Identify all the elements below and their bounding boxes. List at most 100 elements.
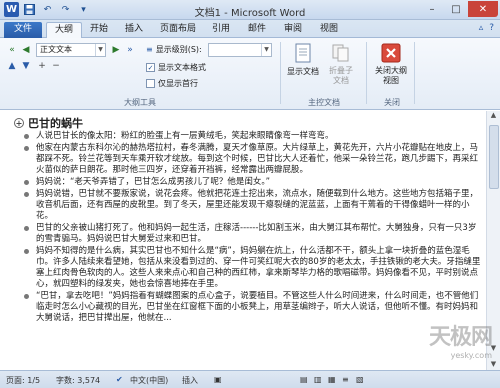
show-level-label: 显示级别(S): <box>155 45 202 54</box>
minimize-icon[interactable]: – <box>420 1 444 17</box>
show-first-line-row[interactable]: 仅显示首行 <box>146 78 198 89</box>
demote-to-body-icon[interactable]: » <box>124 44 136 56</box>
paragraph-bullet-icon <box>24 192 29 197</box>
outline-paragraph[interactable]: 巴甘的父亲被山猪打死了。他和妈妈一起生活，庄稼活------比如割玉米，由大舅江… <box>14 223 482 245</box>
window-controls: – □ ✕ <box>420 1 498 17</box>
paragraph-text: “巴甘，拿去吃吧！”妈妈指着有蝴蝶图案的点心盒子，说要植目。不管这些人什么时间进… <box>36 291 479 323</box>
status-word-count[interactable]: 字数: 3,574 <box>56 375 100 386</box>
status-page[interactable]: 页面: 1/5 <box>6 375 40 386</box>
show-text-format-checkbox[interactable]: ✓ <box>146 63 155 72</box>
expand-heading-icon[interactable]: + <box>14 118 24 128</box>
view-full-screen-icon[interactable]: ▥ <box>314 375 322 384</box>
group-separator <box>280 42 281 104</box>
watermark-sub: yesky.com <box>450 351 492 360</box>
tab-file[interactable]: 文件 <box>4 22 43 38</box>
promote-to-heading1-icon[interactable]: « <box>6 44 18 56</box>
group-separator <box>366 42 367 104</box>
paragraph-bullet-icon <box>24 146 29 151</box>
paragraph-bullet-icon <box>24 134 29 139</box>
collapse-subdocuments-icon <box>332 44 349 62</box>
tab-page-layout[interactable]: 页面布局 <box>152 22 204 38</box>
show-text-format-row[interactable]: ✓ 显示文本格式 <box>146 62 206 73</box>
title-bar: W ↶ ↷ ▾ 文档1 - Microsoft Word – □ ✕ <box>0 0 500 20</box>
show-document-button[interactable]: 显示文档 <box>284 42 322 77</box>
promote-icon[interactable]: ◀ <box>20 44 32 56</box>
ribbon: « ◀ 正文文本 ▼ ▶ » ▲ ▼ + − ≡ 显示级别(S): ▼ ✓ 显示… <box>0 38 500 110</box>
group-separator <box>414 42 415 104</box>
tab-insert[interactable]: 插入 <box>117 22 151 38</box>
demote-icon[interactable]: ▶ <box>110 44 122 56</box>
tab-outline[interactable]: 大纲 <box>46 22 83 38</box>
outline-tools-group-label: 大纲工具 <box>124 98 156 107</box>
show-first-line-checkbox[interactable] <box>146 79 155 88</box>
show-document-label: 显示文档 <box>287 67 319 76</box>
view-draft-icon[interactable]: ▧ <box>356 375 364 384</box>
paragraph-bullet-icon <box>24 226 29 231</box>
next-page-icon[interactable]: ▼ <box>487 360 500 368</box>
paragraph-text: 妈妈说：“老天爷弄错了，巴甘怎么成男孩儿了呢？他是闺女。” <box>36 177 271 187</box>
show-text-format-label: 显示文本格式 <box>158 63 206 72</box>
outline-paragraph[interactable]: 妈妈说：“老天爷弄错了，巴甘怎么成男孩儿了呢？他是闺女。” <box>14 177 482 188</box>
close-window-icon[interactable]: ✕ <box>468 1 498 17</box>
move-down-icon[interactable]: ▼ <box>20 60 32 72</box>
macro-record-icon[interactable]: ▣ <box>214 375 222 384</box>
view-outline-icon[interactable]: ≡ <box>342 375 349 384</box>
tab-home[interactable]: 开始 <box>82 22 116 38</box>
ribbon-tabs: 文件 大纲 开始 插入 页面布局 引用 邮件 审阅 视图 ▵ ? <box>0 20 500 38</box>
outline-content[interactable]: + 巴甘的蜗牛 人说巴甘长的像太阳：粉红的脸蛋上有一层黄绒毛，笑起来眼睛像弯一样… <box>14 115 482 324</box>
collapse-icon[interactable]: − <box>50 60 62 72</box>
document-area[interactable]: + 巴甘的蜗牛 人说巴甘长的像太阳：粉红的脸蛋上有一层黄绒毛，笑起来眼睛像弯一样… <box>0 111 500 370</box>
show-first-line-label: 仅显示首行 <box>158 79 198 88</box>
tab-references[interactable]: 引用 <box>204 22 238 38</box>
proofing-icon[interactable]: ✔ <box>116 375 123 384</box>
collapse-subdocuments-label: 折叠子文档 <box>329 66 353 85</box>
chevron-down-icon: ▼ <box>95 44 105 56</box>
outline-level-value: 正文文本 <box>40 45 72 54</box>
status-bar: 页面: 1/5 字数: 3,574 ✔ 中文(中国) 插入 ▣ ▤ ▥ ▦ ≡ … <box>0 370 500 388</box>
status-language[interactable]: 中文(中国) <box>130 375 168 386</box>
close-outline-view-label: 关闭大纲视图 <box>375 66 407 85</box>
outline-heading[interactable]: + 巴甘的蜗牛 <box>14 115 482 131</box>
minimize-ribbon-icon[interactable]: ▵ <box>479 23 484 33</box>
view-print-layout-icon[interactable]: ▤ <box>300 375 308 384</box>
tab-mailings[interactable]: 邮件 <box>240 22 274 38</box>
tab-review[interactable]: 审阅 <box>276 22 310 38</box>
help-icon[interactable]: ? <box>489 23 494 33</box>
show-level-row: ≡ 显示级别(S): <box>146 44 202 55</box>
close-outline-view-icon <box>381 43 401 63</box>
outline-level-select[interactable]: 正文文本 ▼ <box>36 43 106 57</box>
show-level-icon: ≡ <box>146 45 153 54</box>
tab-view[interactable]: 视图 <box>312 22 346 38</box>
paragraph-text: 妈妈说错，巴甘就不要叛家说，说花会疼。他就把花连土挖出来，流点水，随便载到什么地… <box>36 189 479 221</box>
outline-paragraph[interactable]: “巴甘，拿去吃吧！”妈妈指着有蝴蝶图案的点心盒子，说要植目。不管这些人什么时间进… <box>14 291 482 324</box>
outline-paragraph[interactable]: 妈妈说错，巴甘就不要叛家说，说花会疼。他就把花连土挖出来，流点水，随便载到什么地… <box>14 189 482 222</box>
show-document-icon <box>295 43 311 63</box>
expand-icon[interactable]: + <box>36 60 48 72</box>
paragraph-bullet-icon <box>24 294 29 299</box>
outline-paragraph[interactable]: 人说巴甘长的像太阳：粉红的脸蛋上有一层黄绒毛，笑起来眼睛像弯一样弯弯。 <box>14 131 482 142</box>
show-level-select[interactable]: ▼ <box>208 43 272 57</box>
paragraph-text: 他家在内蒙古东科尔沁的赫热塔拉村，春冬满腾，夏天才像草原。大片绿草上，黄花先开，… <box>36 143 479 175</box>
scrollbar-thumb[interactable] <box>489 125 499 189</box>
outline-paragraph[interactable]: 他家在内蒙古东科尔沁的赫热塔拉村，春冬满腾，夏天才像草原。大片绿草上，黄花先开，… <box>14 143 482 176</box>
ribbon-right-controls: ▵ ? <box>479 23 494 33</box>
paragraph-text: 人说巴甘长的像太阳：粉红的脸蛋上有一层黄绒毛，笑起来眼睛像弯一样弯弯。 <box>36 131 334 141</box>
scroll-up-icon[interactable]: ▲ <box>487 111 500 123</box>
outline-paragraph[interactable]: 妈妈不知得的是什么病，其实巴甘也不知什么是“病”，妈妈躺在炕上，什么活都不干，额… <box>14 246 482 290</box>
view-web-layout-icon[interactable]: ▦ <box>328 375 336 384</box>
paragraph-text: 妈妈不知得的是什么病，其实巴甘也不知什么是“病”，妈妈躺在炕上，什么活都不干，额… <box>36 246 481 289</box>
paragraph-bullet-icon <box>24 249 29 254</box>
heading-text: 巴甘的蜗牛 <box>28 117 83 130</box>
close-group-label: 关闭 <box>384 98 400 107</box>
paragraph-bullet-icon <box>24 180 29 185</box>
chevron-down-icon: ▼ <box>261 44 271 56</box>
status-insert-mode[interactable]: 插入 <box>182 375 198 386</box>
paragraph-text: 巴甘的父亲被山猪打死了。他和妈妈一起生活，庄稼活------比如割玉米，由大舅江… <box>36 223 477 244</box>
watermark-text: 天极网 <box>428 325 493 350</box>
move-up-icon[interactable]: ▲ <box>6 60 18 72</box>
master-doc-group-label: 主控文档 <box>308 98 340 107</box>
close-outline-view-button[interactable]: 关闭大纲视图 <box>372 42 410 86</box>
maximize-icon[interactable]: □ <box>444 1 468 17</box>
collapse-subdocuments-button[interactable]: 折叠子文档 <box>322 42 360 86</box>
watermark-logo: 天极网 yesky.com <box>428 319 493 360</box>
